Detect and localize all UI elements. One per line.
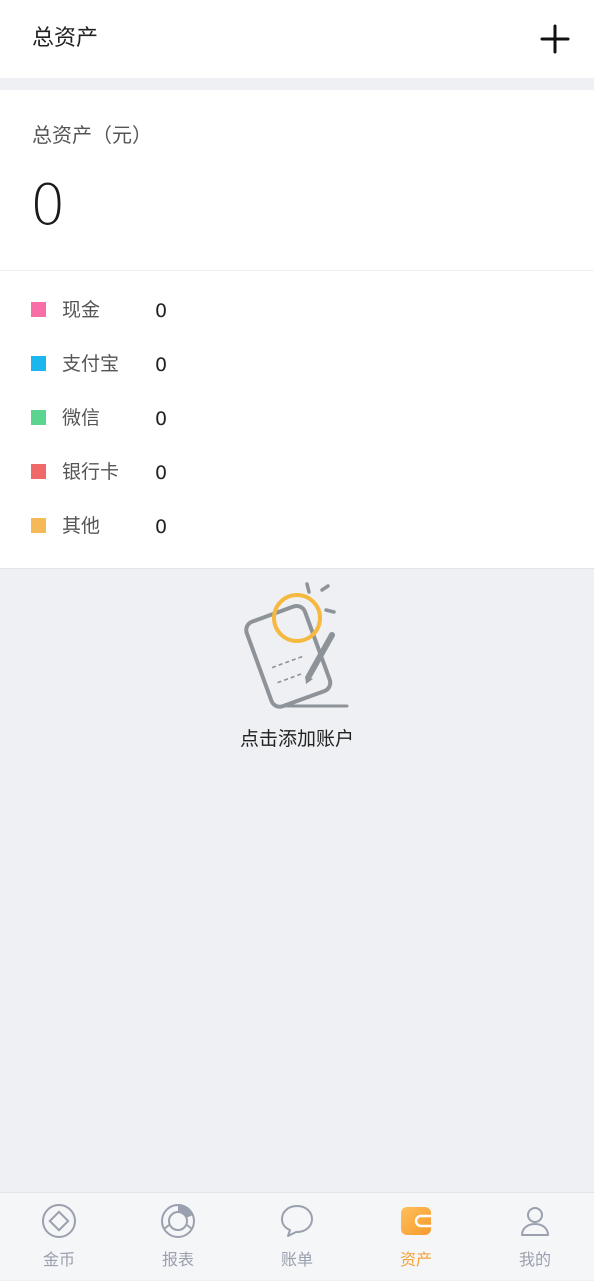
tab-assets[interactable]: 资产: [357, 1193, 475, 1281]
color-swatch: [31, 410, 46, 425]
list-item: 银行卡 0: [0, 433, 594, 487]
divider: [0, 568, 594, 569]
list-item: 其他 0: [0, 487, 594, 541]
category-label: 支付宝: [62, 353, 120, 375]
asset-breakdown-list: 现金 0 支付宝 0 微信 0 银行卡 0 其他 0: [0, 271, 594, 568]
add-account-text[interactable]: 点击添加账户: [197, 724, 397, 754]
chat-bubble-icon: [279, 1203, 315, 1239]
tab-coins[interactable]: 金币: [0, 1193, 118, 1281]
top-bar: 总资产: [0, 0, 594, 78]
color-swatch: [31, 302, 46, 317]
color-swatch: [31, 356, 46, 371]
list-item: 支付宝 0: [0, 325, 594, 379]
category-value: 0: [155, 462, 168, 484]
notebook-pen-icon: [237, 580, 357, 710]
tab-label: 资产: [399, 1250, 432, 1269]
page-title: 总资产: [32, 26, 99, 51]
coin-icon: [41, 1203, 77, 1239]
category-label: 微信: [62, 407, 101, 429]
total-assets-value: 0: [30, 173, 66, 238]
tab-bills[interactable]: 账单: [238, 1193, 356, 1281]
wallet-icon: [398, 1203, 434, 1239]
plus-icon: [540, 24, 570, 54]
category-value: 0: [155, 516, 168, 538]
add-account-button[interactable]: [532, 16, 578, 62]
pie-chart-icon: [160, 1203, 196, 1239]
tab-reports[interactable]: 报表: [119, 1193, 237, 1281]
tab-label: 金币: [42, 1250, 75, 1269]
tab-profile[interactable]: 我的: [476, 1193, 594, 1281]
user-icon: [517, 1203, 553, 1239]
category-label: 银行卡: [62, 461, 120, 483]
list-item: 现金 0: [0, 271, 594, 325]
category-value: 0: [155, 300, 168, 322]
category-label: 现金: [62, 299, 101, 321]
category-value: 0: [155, 408, 168, 430]
total-assets-label: 总资产（元）: [32, 123, 152, 147]
section-gap: [0, 78, 594, 90]
bottom-tab-bar: 金币 报表 账单 资产 我的: [0, 1192, 594, 1280]
color-swatch: [31, 464, 46, 479]
add-account-empty-state[interactable]: 点击添加账户: [197, 580, 397, 760]
category-label: 其他: [62, 515, 101, 537]
list-item: 微信 0: [0, 379, 594, 433]
tab-label: 账单: [280, 1250, 313, 1269]
tab-label: 我的: [518, 1250, 551, 1269]
tab-label: 报表: [161, 1250, 194, 1269]
total-assets-card: 总资产（元） 0: [0, 90, 594, 270]
color-swatch: [31, 518, 46, 533]
category-value: 0: [155, 354, 168, 376]
